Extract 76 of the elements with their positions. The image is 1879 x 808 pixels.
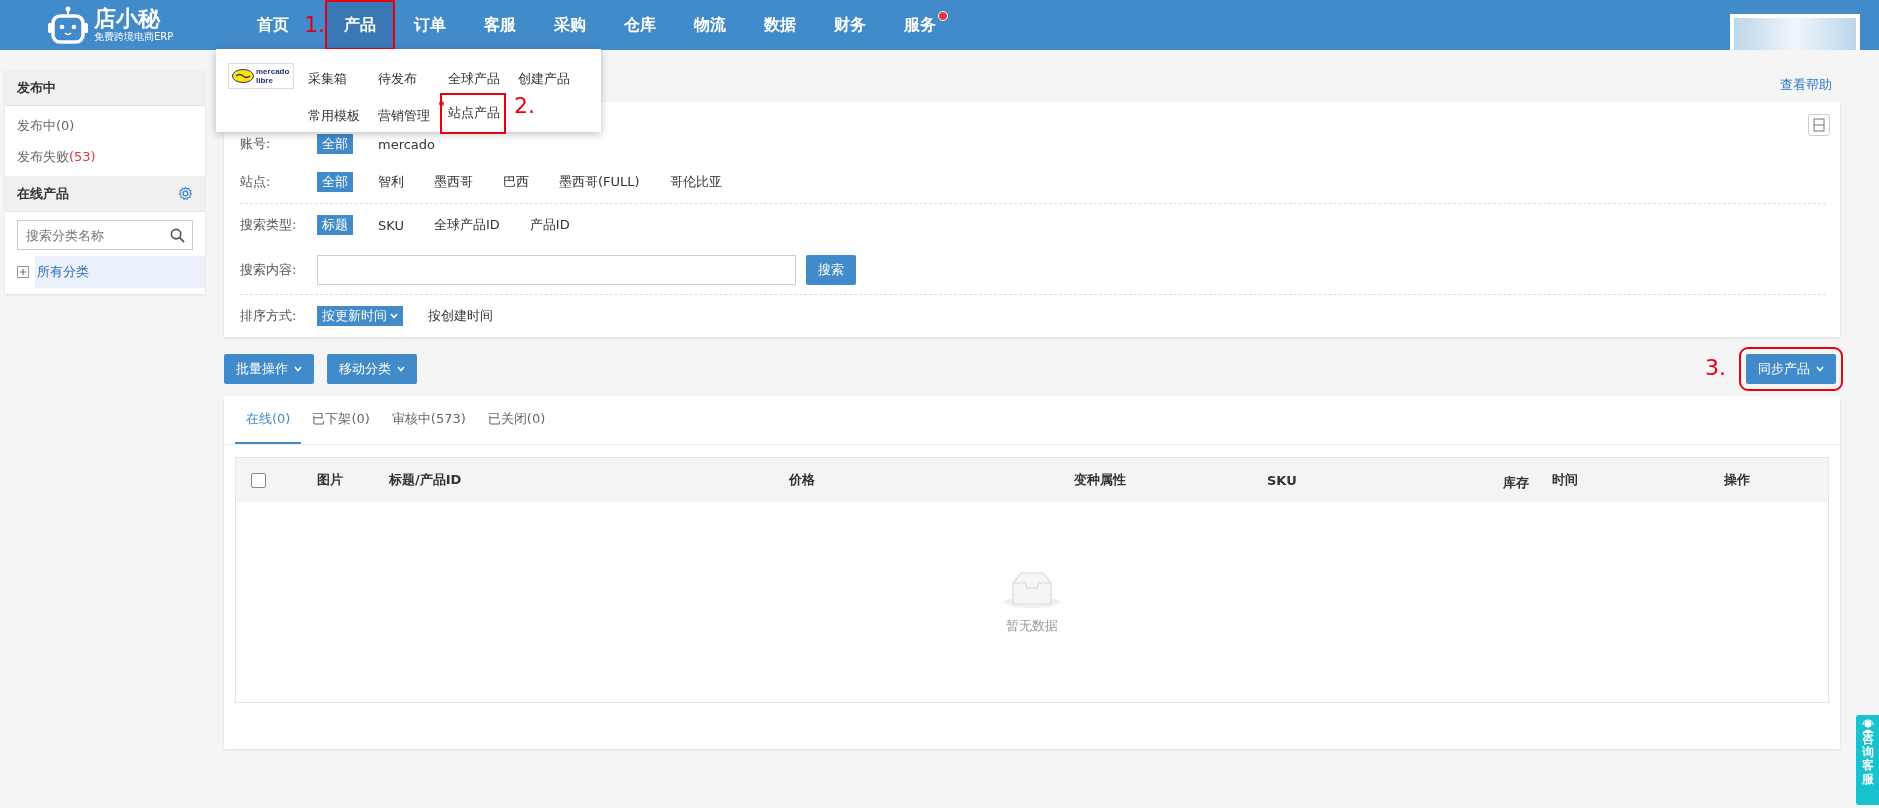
filter-label: 排序方式: bbox=[240, 307, 298, 325]
column-header: 操作 bbox=[1723, 471, 1751, 489]
expand-icon[interactable] bbox=[17, 266, 29, 278]
nav-item[interactable]: 仓库 bbox=[605, 0, 675, 50]
nav-item[interactable]: 财务 bbox=[815, 0, 885, 50]
collapse-icon[interactable] bbox=[1808, 114, 1830, 136]
step-number: 3. bbox=[1705, 356, 1726, 380]
nav-item[interactable]: 服务 bbox=[885, 0, 955, 50]
select-all-checkbox[interactable] bbox=[251, 472, 266, 488]
action-button[interactable]: 批量操作 bbox=[224, 354, 314, 384]
column-header: 图片 bbox=[316, 471, 344, 489]
filter-option[interactable]: 智利 bbox=[373, 172, 409, 192]
chevron-icon bbox=[1816, 366, 1824, 372]
filter-option[interactable]: 按创建时间 bbox=[423, 306, 498, 326]
nav-item[interactable]: 产品 bbox=[325, 0, 395, 50]
filter-option[interactable]: 按更新时间 bbox=[317, 306, 403, 326]
filter-option[interactable]: 巴西 bbox=[498, 172, 534, 192]
filter-option[interactable]: mercado bbox=[373, 135, 441, 153]
filter-option[interactable]: 全部 bbox=[317, 134, 353, 154]
headset-icon bbox=[1860, 719, 1875, 733]
logo-name: 店小秘 bbox=[94, 7, 162, 31]
filter-option[interactable]: 墨西哥 bbox=[429, 172, 478, 192]
category-search-field[interactable]: 搜索分类名称 bbox=[17, 220, 193, 250]
column-header: 标题/产品ID bbox=[388, 471, 463, 489]
settings-icon[interactable] bbox=[178, 186, 193, 201]
nav-item[interactable]: 订单 bbox=[395, 0, 465, 50]
filter-option[interactable]: 全部 bbox=[317, 172, 353, 192]
robot-logo-icon bbox=[48, 6, 88, 44]
menu-item[interactable]: 营销管理 bbox=[378, 100, 448, 132]
help-link[interactable]: 查看帮助 bbox=[1780, 76, 1832, 94]
search-button[interactable]: 搜索 bbox=[806, 255, 856, 285]
column-header: SKU bbox=[1266, 472, 1298, 488]
section-title: 发布中 bbox=[17, 78, 56, 97]
sidebar-item[interactable]: 发布失败(53) bbox=[5, 141, 205, 172]
filter-option[interactable]: 产品ID bbox=[524, 215, 575, 235]
filter-label: 账号: bbox=[240, 135, 272, 153]
empty-message: 暂无数据 bbox=[1006, 617, 1058, 635]
action-button[interactable]: 移动分类 bbox=[327, 354, 417, 384]
column-header: 价格 bbox=[787, 471, 816, 489]
filter-option[interactable]: 全球产品ID bbox=[428, 215, 505, 235]
menu-item[interactable]: 待发布 bbox=[378, 63, 448, 95]
sidebar-item[interactable]: 发布中(0) bbox=[5, 110, 205, 141]
empty-tray-icon bbox=[1003, 569, 1061, 609]
caret-icon bbox=[390, 313, 398, 319]
chevron-icon bbox=[294, 366, 302, 372]
column-header: 时间 bbox=[1551, 471, 1579, 489]
filter-option[interactable]: 哥伦比亚 bbox=[664, 172, 727, 192]
tab[interactable]: 在线(0) bbox=[235, 396, 302, 444]
section-title: 在线产品 bbox=[17, 184, 69, 203]
filter-option[interactable]: 标题 bbox=[317, 215, 353, 235]
tree-item[interactable]: 所有分类 bbox=[35, 256, 205, 288]
nav-item[interactable]: 客服 bbox=[465, 0, 535, 50]
tab[interactable]: 已关闭(0) bbox=[476, 396, 557, 444]
nav-item[interactable]: 采购 bbox=[535, 0, 605, 50]
tab[interactable]: 审核中(573) bbox=[380, 396, 477, 444]
menu-item[interactable]: 常用模板 bbox=[308, 100, 378, 132]
filter-label: 搜索类型: bbox=[240, 216, 298, 234]
tab[interactable]: 已下架(0) bbox=[301, 396, 381, 444]
menu-item[interactable]: 全球产品 bbox=[448, 63, 518, 95]
menu-item[interactable]: 创建产品 bbox=[518, 63, 584, 95]
step-number: 1. bbox=[304, 13, 325, 37]
filter-label: 搜索内容: bbox=[240, 261, 298, 279]
menu-item[interactable]: 采集箱 bbox=[308, 63, 378, 95]
chevron-icon bbox=[397, 366, 405, 372]
nav-item[interactable]: 数据 bbox=[745, 0, 815, 50]
platform-logo-text: mercado libre bbox=[256, 67, 290, 85]
search-icon[interactable] bbox=[170, 228, 185, 243]
logo-tagline: 免费跨境电商ERP bbox=[94, 31, 174, 43]
filter-label: 站点: bbox=[240, 173, 272, 191]
column-header: 库存 bbox=[1502, 474, 1530, 492]
search-field[interactable] bbox=[317, 255, 796, 285]
filter-option[interactable]: 墨西哥(FULL) bbox=[554, 172, 645, 192]
filter-option[interactable]: SKU bbox=[373, 216, 409, 234]
step-number: 2. bbox=[514, 93, 535, 118]
nav-item[interactable]: 物流 bbox=[675, 0, 745, 50]
column-header: 变种属性 bbox=[1073, 471, 1127, 489]
